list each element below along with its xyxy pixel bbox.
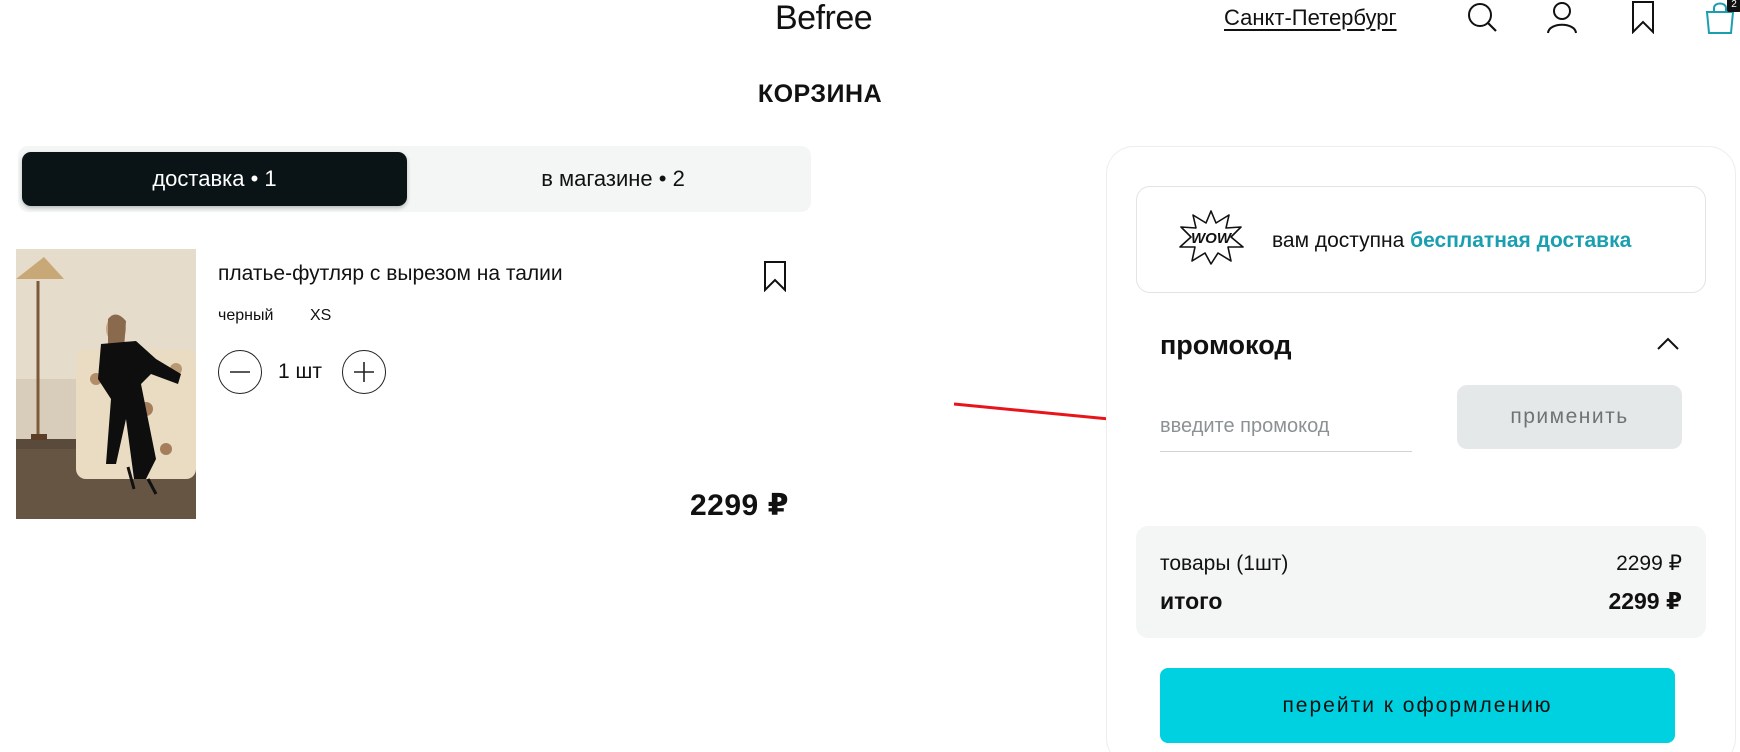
summary-items-row: товары (1шт) 2299 ₽ bbox=[1160, 552, 1682, 576]
cart-icon[interactable]: 2 bbox=[1703, 0, 1740, 34]
svg-text:WOW: WOW bbox=[1191, 230, 1233, 247]
summary-total-row: итого 2299 ₽ bbox=[1160, 588, 1682, 614]
cart-count-badge: 2 bbox=[1727, 0, 1740, 12]
brand-logo[interactable]: Befree bbox=[775, 0, 873, 36]
product-image[interactable] bbox=[16, 249, 196, 519]
summary-total-label: итого bbox=[1160, 588, 1223, 614]
free-delivery-banner: WOW вам доступна бесплатная доставка bbox=[1136, 186, 1706, 293]
banner-highlight: бесплатная доставка bbox=[1410, 229, 1632, 252]
city-selector[interactable]: Санкт-Петербург bbox=[1224, 4, 1397, 32]
add-to-favorites-icon[interactable] bbox=[762, 260, 788, 293]
quantity-increase-button[interactable] bbox=[342, 350, 386, 394]
checkout-button[interactable]: перейти к оформлению bbox=[1160, 668, 1675, 743]
quantity-value: 1 шт bbox=[278, 360, 322, 383]
banner-text-prefix: вам доступна bbox=[1272, 229, 1405, 252]
quantity-decrease-button[interactable] bbox=[218, 350, 262, 394]
chevron-up-icon[interactable] bbox=[1656, 334, 1680, 352]
product-price: 2299 ₽ bbox=[690, 489, 789, 522]
product-size: XS bbox=[310, 307, 332, 324]
tab-in-store[interactable]: в магазине • 2 bbox=[418, 152, 808, 206]
product-name[interactable]: платье-футляр с вырезом на талии bbox=[218, 262, 563, 286]
wow-burst-icon: WOW bbox=[1179, 210, 1244, 265]
product-color: черный bbox=[218, 307, 274, 324]
summary-items-label: товары (1шт) bbox=[1160, 552, 1289, 575]
promo-code-input[interactable] bbox=[1160, 402, 1412, 452]
bookmark-icon[interactable] bbox=[1626, 0, 1660, 35]
banner-text: вам доступна бесплатная доставка bbox=[1272, 229, 1631, 253]
apply-promo-button[interactable]: применить bbox=[1457, 385, 1682, 449]
page-title: КОРЗИНА bbox=[757, 80, 883, 108]
delivery-tabs: доставка • 1 в магазине • 2 bbox=[18, 146, 811, 212]
user-icon[interactable] bbox=[1545, 0, 1579, 34]
search-icon[interactable] bbox=[1465, 0, 1499, 34]
promo-title: промокод bbox=[1160, 330, 1292, 360]
order-summary: товары (1шт) 2299 ₽ итого 2299 ₽ bbox=[1136, 526, 1706, 638]
tab-delivery[interactable]: доставка • 1 bbox=[22, 152, 407, 206]
summary-items-value: 2299 ₽ bbox=[1616, 552, 1682, 575]
summary-total-value: 2299 ₽ bbox=[1608, 588, 1682, 614]
